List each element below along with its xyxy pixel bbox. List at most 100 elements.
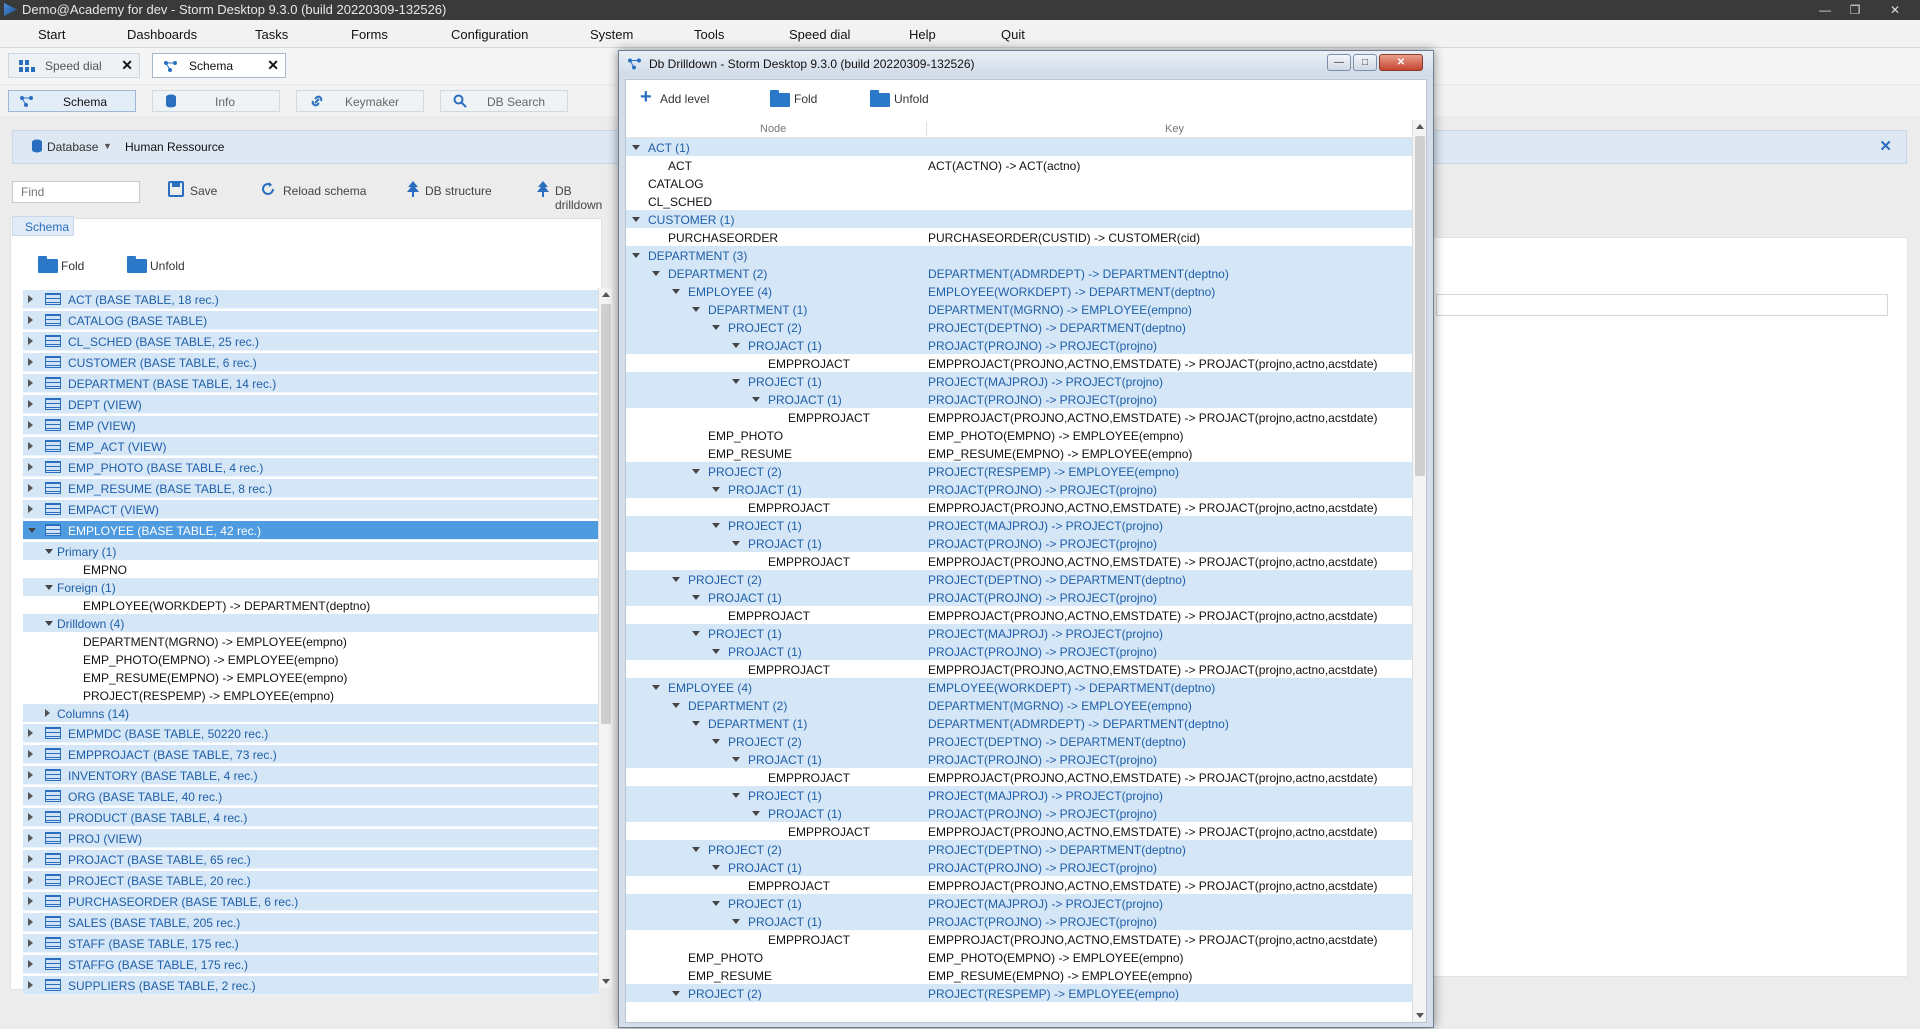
drilldown-row[interactable]: EMPPROJACT EMPPROJACT(PROJNO,ACTNO,EMSTDA… — [626, 660, 1412, 678]
menu-quit[interactable]: Quit — [1001, 27, 1025, 42]
find-input[interactable] — [12, 181, 140, 203]
expand-icon[interactable] — [28, 421, 33, 429]
drilldown-row[interactable]: CATALOG — [626, 174, 1412, 192]
drilldown-row[interactable]: PROJECT (1) PROJECT(MAJPROJ) -> PROJECT(p… — [626, 894, 1412, 912]
drilldown-row[interactable]: PROJACT (1) PROJACT(PROJNO) -> PROJECT(pr… — [626, 642, 1412, 660]
subtab-schema[interactable]: Schema — [8, 90, 136, 112]
tree-subrow[interactable]: EMPNO — [23, 560, 599, 578]
reload-schema-button[interactable]: Reload schema — [283, 184, 366, 198]
expand-icon[interactable] — [28, 876, 33, 884]
expand-open-icon[interactable] — [712, 739, 720, 744]
drilldown-row[interactable]: EMPPROJACT EMPPROJACT(PROJNO,ACTNO,EMSTDA… — [626, 408, 1412, 426]
expand-open-icon[interactable] — [28, 528, 36, 533]
expand-icon[interactable] — [28, 442, 33, 450]
expand-icon[interactable] — [28, 505, 33, 513]
expand-open-icon[interactable] — [692, 307, 700, 312]
expand-open-icon[interactable] — [652, 685, 660, 690]
unfold-button[interactable]: Unfold — [150, 259, 185, 273]
expand-open-icon[interactable] — [732, 757, 740, 762]
drilldown-row[interactable]: PROJACT (1) PROJACT(PROJNO) -> PROJECT(pr… — [626, 534, 1412, 552]
menu-tasks[interactable]: Tasks — [255, 27, 288, 42]
drilldown-row[interactable]: ACT ACT(ACTNO) -> ACT(actno) — [626, 156, 1412, 174]
drilldown-row[interactable]: PROJECT (2) PROJECT(RESPEMP) -> EMPLOYEE(… — [626, 462, 1412, 480]
schema-panel-tab[interactable]: Schema — [12, 216, 74, 236]
drilldown-row[interactable]: EMPPROJACT EMPPROJACT(PROJNO,ACTNO,EMSTDA… — [626, 876, 1412, 894]
expand-icon[interactable] — [28, 813, 33, 821]
expand-open-icon[interactable] — [732, 919, 740, 924]
tree-row[interactable]: DEPT (VIEW) — [23, 395, 599, 414]
expand-open-icon[interactable] — [712, 865, 720, 870]
tree-row[interactable]: CUSTOMER (BASE TABLE, 6 rec.) — [23, 353, 599, 372]
add-level-button[interactable]: Add level — [660, 92, 709, 106]
db-structure-button[interactable]: DB structure — [425, 184, 492, 198]
subtab-db-search[interactable]: DB Search — [440, 90, 568, 112]
menu-help[interactable]: Help — [909, 27, 936, 42]
maximize-button[interactable]: ❐ — [1842, 0, 1868, 20]
column-key[interactable]: Key — [1165, 123, 1184, 135]
tree-row[interactable]: SUPPLIERS (BASE TABLE, 2 rec.) — [23, 976, 599, 995]
drilldown-row[interactable]: EMPPROJACT EMPPROJACT(PROJNO,ACTNO,EMSTDA… — [626, 768, 1412, 786]
expand-icon[interactable] — [28, 897, 33, 905]
drilldown-row[interactable]: CL_SCHED — [626, 192, 1412, 210]
expand-open-icon[interactable] — [672, 289, 680, 294]
expand-icon[interactable] — [28, 295, 33, 303]
expand-icon[interactable] — [28, 792, 33, 800]
tree-row[interactable]: EMPACT (VIEW) — [23, 500, 599, 519]
drilldown-row[interactable]: PROJECT (2) PROJECT(DEPTNO) -> DEPARTMENT… — [626, 732, 1412, 750]
details-input[interactable] — [1436, 294, 1888, 316]
expand-open-icon[interactable] — [45, 549, 53, 554]
expand-open-icon[interactable] — [692, 631, 700, 636]
drilldown-row[interactable]: DEPARTMENT (2) DEPARTMENT(ADMRDEPT) -> DE… — [626, 264, 1412, 282]
drilldown-row[interactable]: PROJACT (1) PROJACT(PROJNO) -> PROJECT(pr… — [626, 390, 1412, 408]
expand-open-icon[interactable] — [632, 145, 640, 150]
tree-row[interactable]: EMP_PHOTO (BASE TABLE, 4 rec.) — [23, 458, 599, 477]
close-tab-icon[interactable]: ✕ — [267, 57, 279, 74]
drilldown-row[interactable]: EMPLOYEE (4) EMPLOYEE(WORKDEPT) -> DEPART… — [626, 282, 1412, 300]
expand-icon[interactable] — [28, 400, 33, 408]
drilldown-row[interactable]: PROJECT (1) PROJECT(MAJPROJ) -> PROJECT(p… — [626, 516, 1412, 534]
tree-row[interactable]: EMP_ACT (VIEW) — [23, 437, 599, 456]
drilldown-row[interactable]: PROJACT (1) PROJACT(PROJNO) -> PROJECT(pr… — [626, 336, 1412, 354]
expand-open-icon[interactable] — [712, 649, 720, 654]
tree-row[interactable]: ACT (BASE TABLE, 18 rec.) — [23, 290, 599, 309]
tree-row[interactable]: ORG (BASE TABLE, 40 rec.) — [23, 787, 599, 806]
expand-icon[interactable] — [28, 463, 33, 471]
expand-icon[interactable] — [28, 771, 33, 779]
subtab-keymaker[interactable]: Keymaker — [296, 90, 424, 112]
tree-subrow[interactable]: EMP_PHOTO(EMPNO) -> EMPLOYEE(empno) — [23, 650, 599, 668]
database-dropdown[interactable]: Database — [47, 140, 98, 154]
expand-open-icon[interactable] — [732, 343, 740, 348]
tree-subrow[interactable]: EMPLOYEE(WORKDEPT) -> DEPARTMENT(deptno) — [23, 596, 599, 614]
tree-row[interactable]: EMPMDC (BASE TABLE, 50220 rec.) — [23, 724, 599, 743]
drilldown-row[interactable]: PROJECT (2) PROJECT(DEPTNO) -> DEPARTMENT… — [626, 570, 1412, 588]
drilldown-row[interactable]: EMPLOYEE (4) EMPLOYEE(WORKDEPT) -> DEPART… — [626, 678, 1412, 696]
dialog-close-button[interactable]: ✕ — [1379, 54, 1423, 71]
tree-subrow[interactable]: EMP_RESUME(EMPNO) -> EMPLOYEE(empno) — [23, 668, 599, 686]
tree-row[interactable]: DEPARTMENT (BASE TABLE, 14 rec.) — [23, 374, 599, 393]
close-window-button[interactable]: ✕ — [1872, 0, 1918, 20]
drilldown-row[interactable]: PROJECT (1) PROJECT(MAJPROJ) -> PROJECT(p… — [626, 786, 1412, 804]
drilldown-row[interactable]: PROJACT (1) PROJACT(PROJNO) -> PROJECT(pr… — [626, 588, 1412, 606]
drilldown-row[interactable]: EMP_PHOTO EMP_PHOTO(EMPNO) -> EMPLOYEE(em… — [626, 948, 1412, 966]
expand-icon[interactable] — [28, 729, 33, 737]
tree-row[interactable]: STAFFG (BASE TABLE, 175 rec.) — [23, 955, 599, 974]
drilldown-row[interactable]: EMPPROJACT EMPPROJACT(PROJNO,ACTNO,EMSTDA… — [626, 930, 1412, 948]
drilldown-row[interactable]: EMPPROJACT EMPPROJACT(PROJNO,ACTNO,EMSTDA… — [626, 354, 1412, 372]
drilldown-row[interactable]: EMPPROJACT EMPPROJACT(PROJNO,ACTNO,EMSTDA… — [626, 822, 1412, 840]
drilldown-row[interactable]: PROJACT (1) PROJACT(PROJNO) -> PROJECT(pr… — [626, 480, 1412, 498]
drilldown-row[interactable]: EMPPROJACT EMPPROJACT(PROJNO,ACTNO,EMSTDA… — [626, 552, 1412, 570]
db-drilldown-button[interactable]: DB drilldown — [555, 184, 620, 212]
drilldown-row[interactable]: PURCHASEORDER PURCHASEORDER(CUSTID) -> CU… — [626, 228, 1412, 246]
tree-row[interactable]: CL_SCHED (BASE TABLE, 25 rec.) — [23, 332, 599, 351]
drilldown-row[interactable]: PROJACT (1) PROJACT(PROJNO) -> PROJECT(pr… — [626, 750, 1412, 768]
tree-row[interactable]: SALES (BASE TABLE, 205 rec.) — [23, 913, 599, 932]
drilldown-row[interactable]: PROJECT (2) PROJECT(DEPTNO) -> DEPARTMENT… — [626, 840, 1412, 858]
tree-row[interactable]: STAFF (BASE TABLE, 175 rec.) — [23, 934, 599, 953]
chevron-down-icon[interactable]: ▼ — [103, 141, 112, 151]
tree-row[interactable]: EMP_RESUME (BASE TABLE, 8 rec.) — [23, 479, 599, 498]
expand-open-icon[interactable] — [752, 397, 760, 402]
drilldown-row[interactable]: PROJECT (1) PROJECT(MAJPROJ) -> PROJECT(p… — [626, 372, 1412, 390]
tree-row[interactable]: PRODUCT (BASE TABLE, 4 rec.) — [23, 808, 599, 827]
expand-open-icon[interactable] — [692, 721, 700, 726]
tree-subrow[interactable]: Columns (14) — [23, 704, 599, 722]
